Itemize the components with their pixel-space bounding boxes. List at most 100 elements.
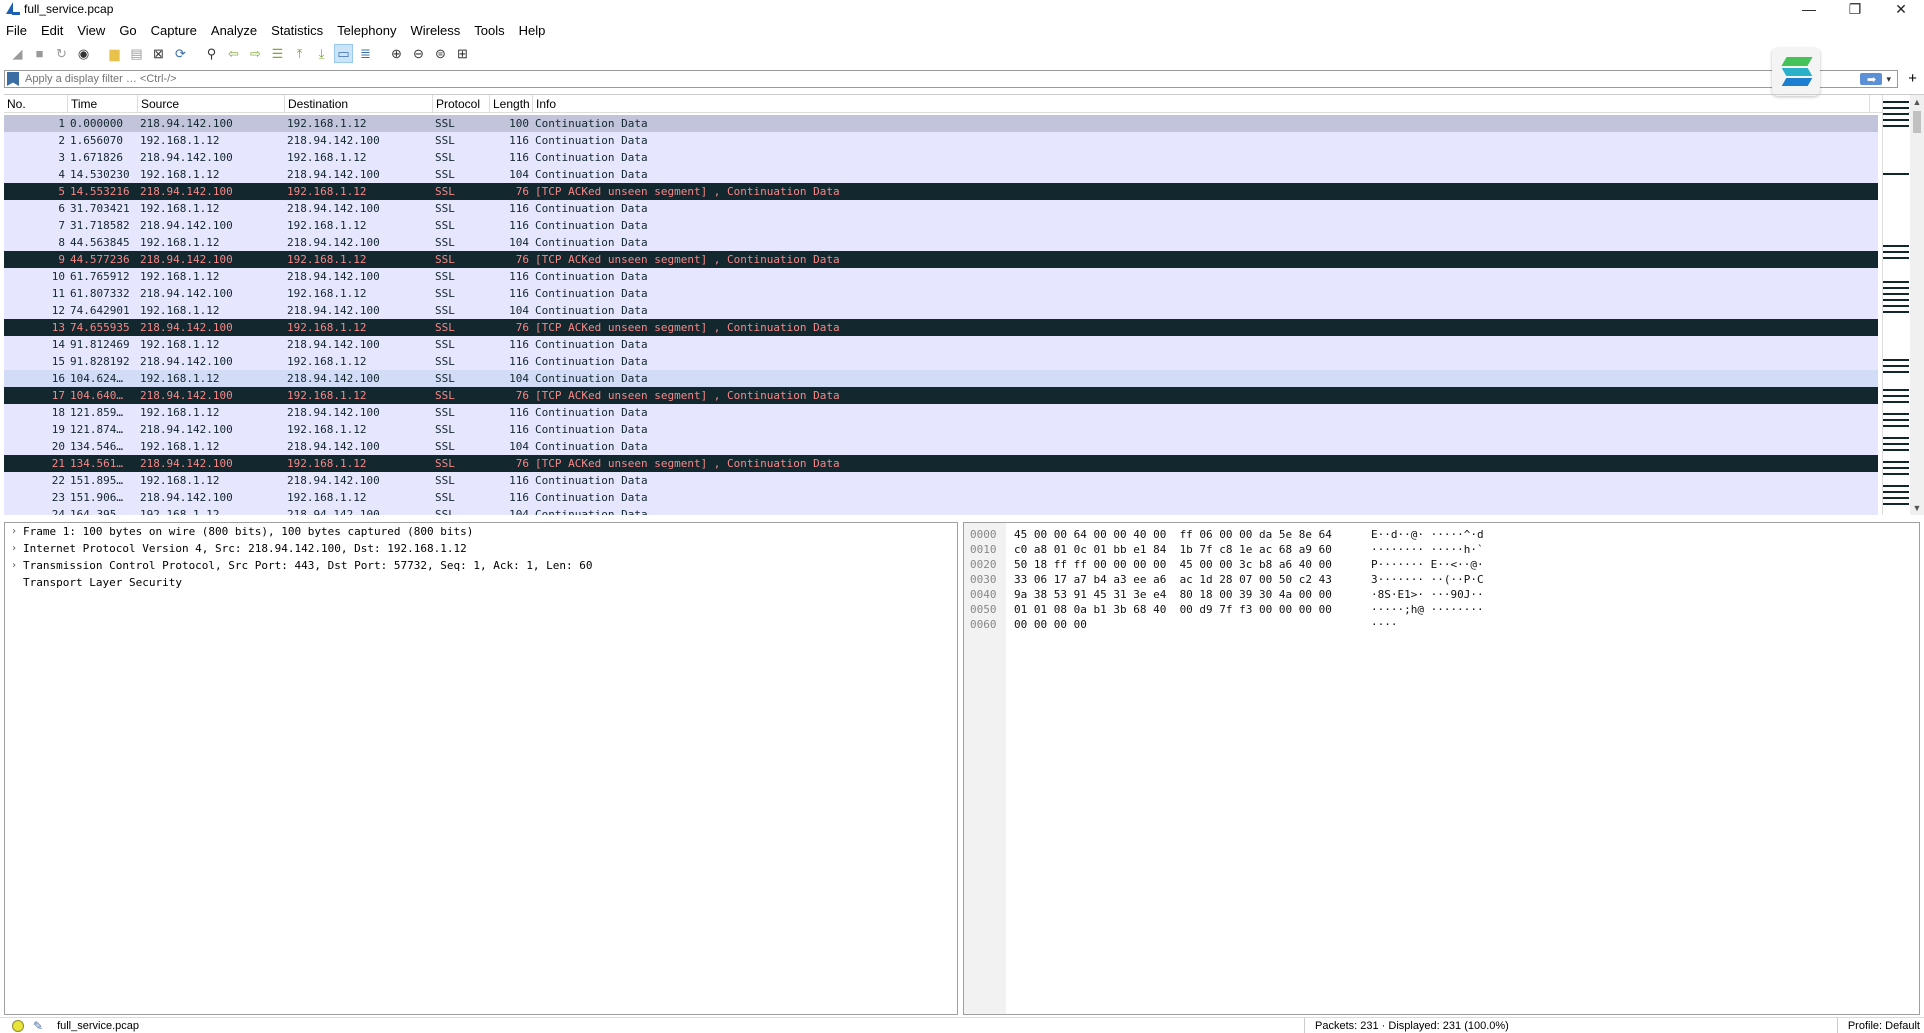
menu-view[interactable]: View bbox=[77, 23, 105, 38]
column-header-destination[interactable]: Destination bbox=[285, 95, 433, 113]
bytes-row[interactable]: 006000 00 00 00···· bbox=[964, 617, 1919, 632]
column-header-info[interactable]: Info bbox=[533, 95, 1870, 113]
packet-destination: 218.94.142.100 bbox=[285, 472, 433, 489]
bytes-row[interactable]: 00409a 38 53 91 45 31 3e e4 80 18 00 39 … bbox=[964, 587, 1919, 602]
filter-bookmark-icon[interactable] bbox=[7, 72, 19, 86]
bytes-row[interactable]: 000045 00 00 64 00 00 40 00 ff 06 00 00 … bbox=[964, 527, 1919, 542]
packet-row[interactable]: 1491.812469192.168.1.12218.94.142.100SSL… bbox=[4, 336, 1878, 353]
packet-row[interactable]: 20134.546…192.168.1.12218.94.142.100SSL1… bbox=[4, 438, 1878, 455]
packet-row[interactable]: 1061.765912192.168.1.12218.94.142.100SSL… bbox=[4, 268, 1878, 285]
close-button[interactable]: ✕ bbox=[1878, 0, 1924, 18]
stop-icon[interactable]: ■ bbox=[30, 44, 49, 63]
menu-wireless[interactable]: Wireless bbox=[410, 23, 460, 38]
minimize-button[interactable]: — bbox=[1786, 0, 1832, 18]
autoscroll-icon[interactable]: ▭ bbox=[334, 44, 353, 63]
column-header-length[interactable]: Length bbox=[490, 95, 533, 113]
scroll-down-arrow-icon[interactable]: ▼ bbox=[1910, 501, 1924, 515]
packet-row[interactable]: 514.553216218.94.142.100192.168.1.12SSL7… bbox=[4, 183, 1878, 200]
normal-size-icon[interactable]: ⊜ bbox=[431, 44, 450, 63]
shark-fin-start-icon[interactable]: ◢ bbox=[8, 44, 27, 63]
packet-row[interactable]: 844.563845192.168.1.12218.94.142.100SSL1… bbox=[4, 234, 1878, 251]
reload-icon[interactable]: ⟳ bbox=[171, 44, 190, 63]
expand-chevron-icon[interactable]: › bbox=[5, 557, 23, 574]
column-header-protocol[interactable]: Protocol bbox=[433, 95, 490, 113]
expand-chevron-icon[interactable]: › bbox=[5, 523, 23, 540]
close-file-icon[interactable]: ⊠ bbox=[149, 44, 168, 63]
menu-tools[interactable]: Tools bbox=[474, 23, 504, 38]
packet-row[interactable]: 31.671826218.94.142.100192.168.1.12SSL11… bbox=[4, 149, 1878, 166]
packet-minimap[interactable] bbox=[1882, 95, 1908, 515]
packet-row[interactable]: 21.656070192.168.1.12218.94.142.100SSL11… bbox=[4, 132, 1878, 149]
packet-row[interactable]: 1591.828192218.94.142.100192.168.1.12SSL… bbox=[4, 353, 1878, 370]
menu-capture[interactable]: Capture bbox=[151, 23, 197, 38]
packet-time: 1.656070 bbox=[68, 132, 138, 149]
scrollbar-thumb[interactable] bbox=[1913, 111, 1921, 133]
menu-statistics[interactable]: Statistics bbox=[271, 23, 323, 38]
bytes-row[interactable]: 0010c0 a8 01 0c 01 bb e1 84 1b 7f c8 1e … bbox=[964, 542, 1919, 557]
packet-protocol: SSL bbox=[433, 404, 490, 421]
packet-row[interactable]: 16104.624…192.168.1.12218.94.142.100SSL1… bbox=[4, 370, 1878, 387]
back-arrow-icon[interactable]: ⇦ bbox=[224, 44, 243, 63]
first-packet-icon[interactable]: ⤒ bbox=[290, 44, 309, 63]
packet-row[interactable]: 731.718582218.94.142.100192.168.1.12SSL1… bbox=[4, 217, 1878, 234]
options-gear-icon[interactable]: ◉ bbox=[74, 44, 93, 63]
packet-source: 218.94.142.100 bbox=[138, 285, 285, 302]
capture-comment-icon[interactable]: ✎ bbox=[33, 1019, 43, 1033]
packet-row[interactable]: 1161.807332218.94.142.100192.168.1.12SSL… bbox=[4, 285, 1878, 302]
apply-filter-button[interactable]: ➡ bbox=[1860, 73, 1882, 85]
menu-edit[interactable]: Edit bbox=[41, 23, 63, 38]
packet-row[interactable]: 944.577236218.94.142.100192.168.1.12SSL7… bbox=[4, 251, 1878, 268]
resize-columns-icon[interactable]: ⊞ bbox=[453, 44, 472, 63]
menu-file[interactable]: File bbox=[6, 23, 27, 38]
zoom-in-icon[interactable]: ⊕ bbox=[387, 44, 406, 63]
detail-tree-item[interactable]: ›Transmission Control Protocol, Src Port… bbox=[5, 557, 957, 574]
minimap-mark bbox=[1883, 119, 1909, 121]
packet-row[interactable]: 18121.859…192.168.1.12218.94.142.100SSL1… bbox=[4, 404, 1878, 421]
bytes-row[interactable]: 002050 18 ff ff 00 00 00 00 45 00 00 3c … bbox=[964, 557, 1919, 572]
bytes-row[interactable]: 005001 01 08 0a b1 3b 68 40 00 d9 7f f3 … bbox=[964, 602, 1919, 617]
minimap-mark bbox=[1883, 251, 1909, 253]
packet-row[interactable]: 414.530230192.168.1.12218.94.142.100SSL1… bbox=[4, 166, 1878, 183]
forward-arrow-icon[interactable]: ⇨ bbox=[246, 44, 265, 63]
expert-info-led-icon[interactable] bbox=[12, 1020, 24, 1032]
save-icon[interactable]: ▤ bbox=[127, 44, 146, 63]
packet-row[interactable]: 22151.895…192.168.1.12218.94.142.100SSL1… bbox=[4, 472, 1878, 489]
go-to-packet-icon[interactable]: ☰ bbox=[268, 44, 287, 63]
restart-icon[interactable]: ↻ bbox=[52, 44, 71, 63]
detail-tree-item[interactable]: ›Internet Protocol Version 4, Src: 218.9… bbox=[5, 540, 957, 557]
display-filter-input[interactable] bbox=[19, 71, 1860, 87]
column-header-no[interactable]: No. bbox=[4, 95, 68, 113]
menu-analyze[interactable]: Analyze bbox=[211, 23, 257, 38]
detail-tree-item[interactable]: ›Frame 1: 100 bytes on wire (800 bits), … bbox=[5, 523, 957, 540]
packet-list-scrollbar[interactable]: ▲ ▼ bbox=[1910, 95, 1924, 515]
restore-button[interactable]: ❐ bbox=[1832, 0, 1878, 18]
open-folder-icon[interactable]: ▆ bbox=[105, 44, 124, 63]
packet-row[interactable]: 21134.561…218.94.142.100192.168.1.12SSL7… bbox=[4, 455, 1878, 472]
packet-row[interactable]: 17104.640…218.94.142.100192.168.1.12SSL7… bbox=[4, 387, 1878, 404]
packet-row[interactable]: 19121.874…218.94.142.100192.168.1.12SSL1… bbox=[4, 421, 1878, 438]
packet-row[interactable]: 24164.395…192.168.1.12218.94.142.100SSL1… bbox=[4, 506, 1878, 515]
detail-tree-item[interactable]: Transport Layer Security bbox=[5, 574, 957, 591]
last-packet-icon[interactable]: ⤓ bbox=[312, 44, 331, 63]
menu-go[interactable]: Go bbox=[119, 23, 136, 38]
scroll-up-arrow-icon[interactable]: ▲ bbox=[1910, 95, 1924, 109]
bytes-row[interactable]: 003033 06 17 a7 b4 a3 ee a6 ac 1d 28 07 … bbox=[964, 572, 1919, 587]
filter-history-dropdown[interactable]: ▾ bbox=[1886, 74, 1891, 85]
packet-row[interactable]: 1274.642901192.168.1.12218.94.142.100SSL… bbox=[4, 302, 1878, 319]
packet-source: 192.168.1.12 bbox=[138, 200, 285, 217]
zoom-out-icon[interactable]: ⊖ bbox=[409, 44, 428, 63]
packet-row[interactable]: 1374.655935218.94.142.100192.168.1.12SSL… bbox=[4, 319, 1878, 336]
menu-telephony[interactable]: Telephony bbox=[337, 23, 396, 38]
column-header-time[interactable]: Time bbox=[68, 95, 138, 113]
packet-row[interactable]: 10.000000218.94.142.100192.168.1.12SSL10… bbox=[4, 115, 1878, 132]
expand-chevron-icon[interactable]: › bbox=[5, 540, 23, 557]
status-profile[interactable]: Profile: Default bbox=[1837, 1018, 1920, 1033]
bytes-offset: 0030 bbox=[970, 572, 997, 587]
add-filter-button[interactable]: + bbox=[1908, 70, 1917, 87]
colorize-icon[interactable]: ≣ bbox=[356, 44, 375, 63]
packet-row[interactable]: 23151.906…218.94.142.100192.168.1.12SSL1… bbox=[4, 489, 1878, 506]
column-header-source[interactable]: Source bbox=[138, 95, 285, 113]
menu-help[interactable]: Help bbox=[519, 23, 546, 38]
packet-row[interactable]: 631.703421192.168.1.12218.94.142.100SSL1… bbox=[4, 200, 1878, 217]
find-icon[interactable]: ⚲ bbox=[202, 44, 221, 63]
